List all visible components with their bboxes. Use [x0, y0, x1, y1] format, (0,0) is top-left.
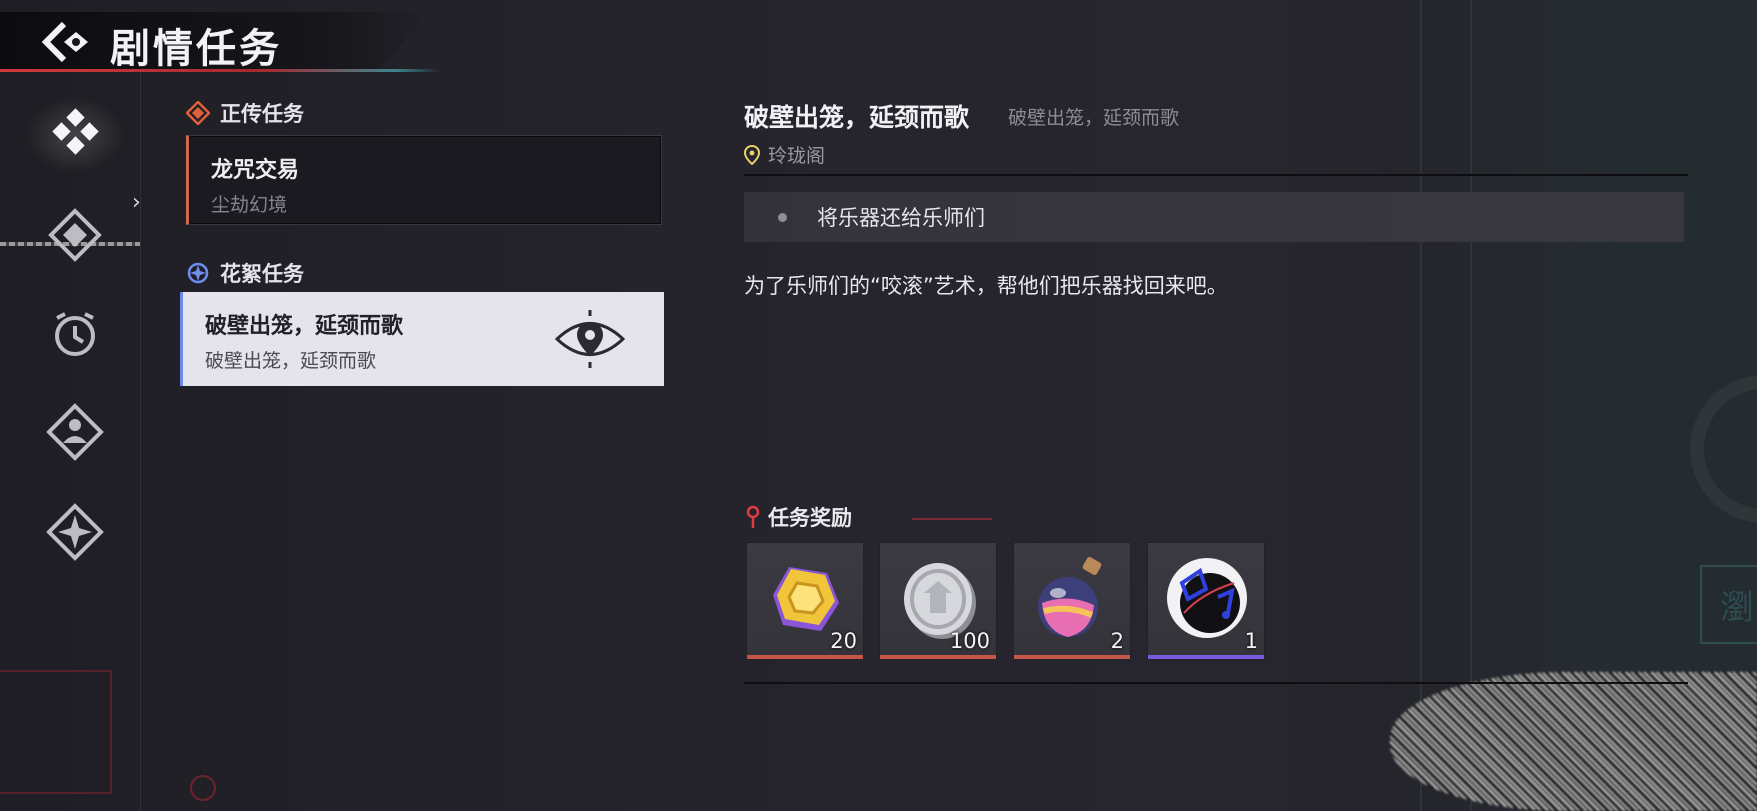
rewards-header-decoration: [912, 518, 992, 520]
game-screen: 瀏 剧情任务 › 正传任务 龙咒交易 尘劫幻境 花絮任务 破壁出笼，延颈而歌 破…: [0, 0, 1757, 811]
back-arrow-icon: [41, 21, 88, 63]
reward-count: 20: [830, 629, 857, 653]
quest-detail-subtitle: 破壁出笼，延颈而歌: [1008, 107, 1180, 129]
track-quest-button[interactable]: [554, 308, 626, 370]
quest-title: 破壁出笼，延颈而歌: [205, 314, 404, 339]
location-pin-icon: [744, 144, 760, 165]
clock-icon: [55, 312, 95, 356]
rarity-bar: [1014, 655, 1130, 659]
music-record-icon: [1167, 558, 1247, 638]
main-quest-section-header: 正传任务: [186, 98, 304, 128]
rewards-header: 任务奖励: [746, 502, 852, 532]
quest-subtitle: 破壁出笼，延颈而歌: [205, 350, 377, 372]
rewards-label: 任务奖励: [768, 506, 852, 530]
potion-flask-icon: [1038, 557, 1102, 637]
reward-item-music-record[interactable]: 1: [1147, 542, 1265, 660]
quest-location: 玲珑阁: [744, 141, 825, 168]
nav-item-main-quest[interactable]: [25, 97, 125, 173]
main-quest-section-label: 正传任务: [220, 102, 304, 126]
nav-item-timed-quest[interactable]: [45, 304, 105, 364]
nav-item-character-quest[interactable]: [45, 402, 105, 462]
page-title: 剧情任务: [110, 25, 282, 72]
divider: [744, 682, 1688, 684]
side-quest-icon: [48, 208, 102, 262]
side-quest-section-header: 花絮任务: [186, 258, 304, 288]
back-button[interactable]: [41, 20, 94, 64]
rarity-bar: [1148, 655, 1264, 659]
objective-bullet-icon: [778, 212, 787, 222]
reward-count: 1: [1244, 629, 1258, 653]
rarity-bar: [880, 655, 996, 659]
chevron-right-icon: ›: [132, 190, 141, 215]
background-seal-decoration: 瀏: [1700, 565, 1757, 644]
side-quest-section-icon: [187, 262, 209, 284]
quest-card-main[interactable]: 龙咒交易 尘劫幻境: [186, 135, 662, 225]
main-quest-icon: [52, 108, 99, 155]
objective-text: 将乐器还给乐师们: [817, 206, 985, 230]
nav-item-star-quest[interactable]: [45, 502, 105, 562]
side-quest-section-label: 花絮任务: [220, 262, 304, 286]
quest-subtitle: 尘劫幻境: [211, 194, 288, 216]
quest-location-label: 玲珑阁: [768, 145, 826, 167]
character-icon: [46, 403, 104, 461]
quest-objective: 将乐器还给乐师们: [744, 192, 1684, 242]
quest-detail-title: 破壁出笼，延颈而歌: [744, 103, 970, 132]
star-icon: [46, 503, 104, 561]
rarity-bar: [747, 655, 863, 659]
background-stripe: [1420, 0, 1422, 811]
reward-item-silver-coin[interactable]: 100: [879, 542, 997, 660]
redacted-overlay: [1390, 672, 1757, 811]
record-indicator-icon: [190, 775, 216, 801]
divider: [744, 174, 1688, 176]
reward-marker-icon: [746, 505, 760, 528]
main-quest-section-icon: [186, 101, 210, 125]
quest-category-nav: ›: [0, 72, 141, 811]
reward-count: 100: [949, 629, 990, 653]
track-location-icon: [554, 310, 626, 368]
reward-item-potion[interactable]: 2: [1013, 542, 1131, 660]
reward-count: 2: [1110, 629, 1124, 653]
reward-item-gold-gem[interactable]: 20: [746, 542, 864, 660]
quest-description: 为了乐师们的“咬滚”艺术，帮他们把乐器找回来吧。: [744, 274, 1228, 298]
quest-card-side-selected[interactable]: 破壁出笼，延颈而歌 破壁出笼，延颈而歌: [180, 292, 664, 386]
nav-item-side-quest[interactable]: [45, 205, 105, 265]
quest-title: 龙咒交易: [211, 158, 300, 183]
